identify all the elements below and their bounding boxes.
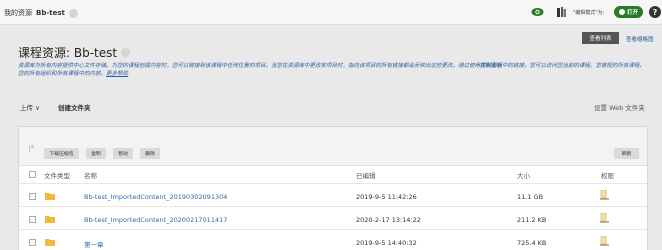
file-name-link[interactable]: Bb-test_ImportedContent_20190302091304 xyxy=(84,193,227,201)
description-text-1: 资源库为所有内容提供中心文件存储。为您的课程创建内容时，您可以链接到该课程中任何… xyxy=(18,63,481,69)
books-icon[interactable] xyxy=(557,7,566,17)
refresh-button[interactable]: 刷新 xyxy=(614,148,639,159)
permission-icon[interactable] xyxy=(600,213,609,223)
edit-mode-label: "编辑模式"为: xyxy=(573,10,605,16)
page-title: 课程资源: Bb-test xyxy=(18,44,131,61)
column-header-name[interactable]: 名称 xyxy=(84,170,97,180)
eye-icon[interactable] xyxy=(531,7,544,17)
download-package-button[interactable]: 下载压缩包 xyxy=(44,148,79,159)
row-checkbox[interactable] xyxy=(29,193,36,200)
move-button[interactable]: 移动 xyxy=(113,148,133,159)
file-name-link[interactable]: 第一章 xyxy=(84,239,104,249)
toggle-label: 打开 xyxy=(626,10,638,16)
column-header-type[interactable]: 文件类型 xyxy=(44,170,70,180)
select-all-checkbox[interactable] xyxy=(29,171,36,178)
toggle-knob xyxy=(618,9,625,15)
edit-mode-toggle[interactable]: 打开 xyxy=(614,6,643,18)
edited-date: 2020-2-17 13:14:22 xyxy=(356,216,421,224)
row-checkbox[interactable] xyxy=(29,239,36,246)
edited-date: 2019-9-5 11:42:26 xyxy=(356,193,417,201)
breadcrumb-current: Bb-test xyxy=(36,9,65,17)
upload-menu[interactable]: 上传 ∨ xyxy=(20,102,40,112)
file-panel: ↱ 下载压缩包 复制 移动 删除 刷新 文件类型 名称 已编辑 大小 权限 Bb… xyxy=(18,126,648,250)
chevron-down-icon[interactable] xyxy=(121,48,131,57)
folder-icon xyxy=(45,239,55,246)
page-title-text: 课程资源: Bb-test xyxy=(18,46,118,60)
row-divider xyxy=(19,206,647,207)
folder-icon xyxy=(45,216,55,223)
column-header-edited[interactable]: 已编辑 xyxy=(356,170,376,180)
edited-date: 2019-9-5 14:40:32 xyxy=(356,239,417,247)
delete-button[interactable]: 删除 xyxy=(140,148,160,159)
folder-icon xyxy=(45,193,55,200)
row-divider xyxy=(19,229,647,230)
create-folder-button[interactable]: 创建文件夹 xyxy=(58,102,91,112)
column-header-permission: 权限 xyxy=(601,172,614,180)
permission-icon[interactable] xyxy=(600,190,609,200)
view-thumbnails-link[interactable]: 查看缩略图 xyxy=(626,35,654,43)
file-name-link[interactable]: Bb-test_ImportedContent_20200217011417 xyxy=(84,216,227,224)
file-size: 11.1 GB xyxy=(517,193,544,201)
copy-button[interactable]: 复制 xyxy=(86,148,106,159)
file-size: 725.4 KB xyxy=(517,239,547,247)
header-divider xyxy=(19,183,647,184)
breadcrumb-root[interactable]: 我的资源 xyxy=(4,8,32,18)
top-bar: 我的资源 Bb-test "编辑模式"为: 打开 ? xyxy=(0,0,662,25)
help-icon[interactable]: ? xyxy=(649,6,661,18)
control-panel-term: 控制面板 xyxy=(480,63,503,69)
view-list-button[interactable]: 查看列表 xyxy=(582,32,619,44)
permission-icon[interactable] xyxy=(600,236,609,246)
more-help-link[interactable]: 更多帮助 xyxy=(106,71,128,77)
page-description: 资源库为所有内容提供中心文件存储。为您的课程创建内容时，您可以链接到该课程中任何… xyxy=(18,62,648,78)
file-size: 211.2 KB xyxy=(517,216,547,224)
breadcrumb: 我的资源 Bb-test xyxy=(4,8,78,18)
chevron-down-icon[interactable] xyxy=(68,8,78,18)
web-folder-settings-link[interactable]: 设置 Web 文件夹 xyxy=(594,102,645,112)
row-checkbox[interactable] xyxy=(29,216,36,223)
column-header-size[interactable]: 大小 xyxy=(517,170,530,180)
file-toolbar: ↱ 下载压缩包 复制 移动 删除 刷新 xyxy=(19,127,647,166)
up-level-icon[interactable]: ↱ xyxy=(27,144,39,156)
